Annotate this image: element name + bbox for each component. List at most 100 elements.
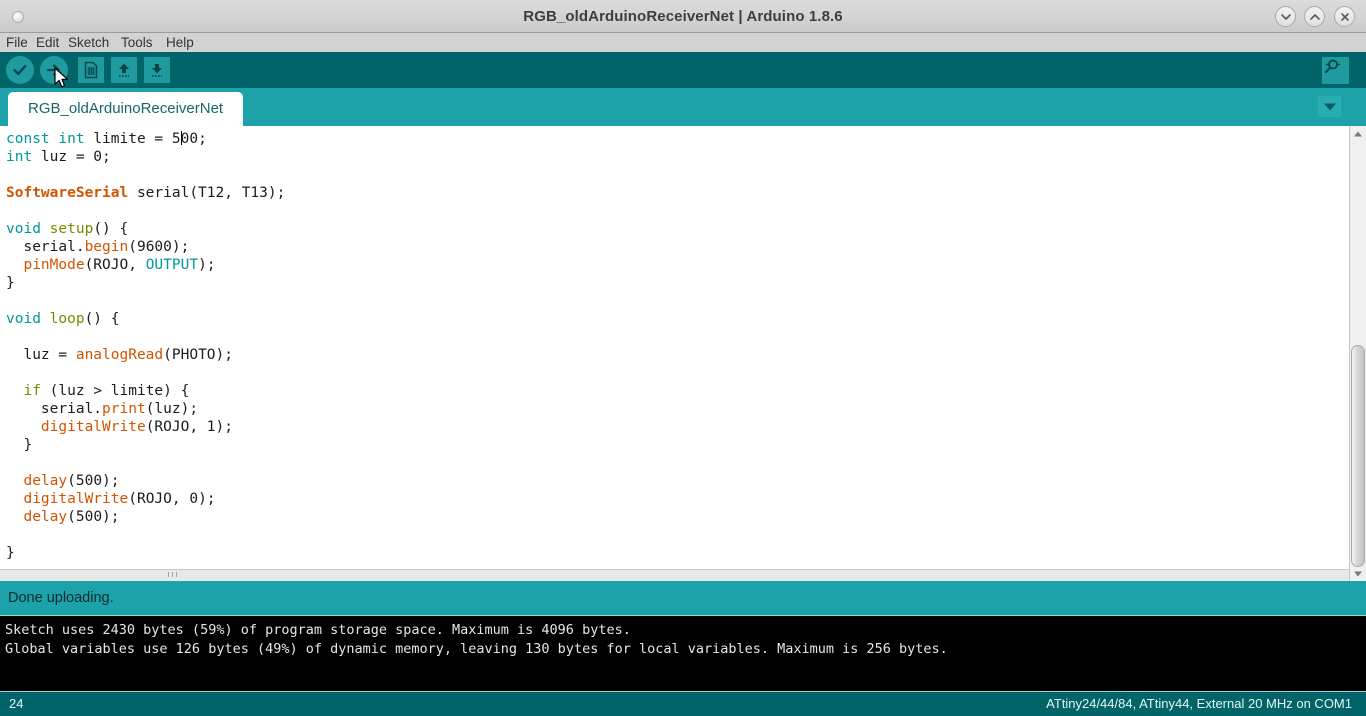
- code-line: digitalWrite(ROJO, 1);: [6, 418, 285, 436]
- code-token: analogRead: [75, 347, 164, 363]
- code-token: int: [58, 131, 85, 147]
- triangle-up-icon: [1354, 131, 1362, 136]
- code-token: (ROJO, 1);: [145, 419, 233, 435]
- serial-monitor-button[interactable]: [1322, 57, 1349, 84]
- code-token: digitalWrite: [23, 491, 129, 507]
- minimize-button[interactable]: [1275, 6, 1296, 27]
- code-token: }: [6, 545, 15, 561]
- code-token: (luz > limite) {: [40, 383, 190, 399]
- code-token: OUTPUT: [145, 257, 199, 273]
- board-info-label: ATtiny24/44/84, ATtiny44, External 20 MH…: [1046, 696, 1352, 711]
- menu-item-sketch[interactable]: Sketch: [68, 33, 109, 52]
- save-sketch-button[interactable]: [144, 57, 170, 83]
- code-line: void setup() {: [6, 220, 285, 238]
- tab-sketch-rgb-oldarduinoreceivernet[interactable]: RGB_oldArduinoReceiverNet: [8, 92, 244, 126]
- status-message-bar: Done uploading.: [0, 581, 1366, 615]
- maximize-button[interactable]: [1304, 6, 1325, 27]
- code-line: delay(500);: [6, 472, 285, 490]
- code-token: void: [6, 221, 41, 237]
- code-token: begin: [84, 239, 129, 255]
- menu-item-help[interactable]: Help: [166, 33, 194, 52]
- code-token: loop: [49, 311, 85, 327]
- code-line: SoftwareSerial serial(T12, T13);: [6, 184, 285, 202]
- code-token: delay: [23, 473, 68, 489]
- menu-item-tools[interactable]: Tools: [121, 33, 153, 52]
- code-token: (PHOTO);: [163, 347, 233, 363]
- status-message-text: Done uploading.: [8, 590, 114, 606]
- arduino-ide-window: RGB_oldArduinoReceiverNet | Arduino 1.8.…: [0, 0, 1366, 716]
- code-token: (luz);: [145, 401, 199, 417]
- code-token: (500);: [67, 473, 120, 489]
- new-sketch-button[interactable]: [78, 57, 104, 83]
- verify-button[interactable]: [6, 56, 34, 84]
- magnifier-icon: [1322, 59, 1342, 81]
- code-line: delay(500);: [6, 508, 285, 526]
- code-token: );: [198, 257, 216, 273]
- code-line: pinMode(ROJO, OUTPUT);: [6, 256, 285, 274]
- code-token: delay: [23, 509, 68, 525]
- code-token: (ROJO, 0);: [128, 491, 216, 507]
- code-token: const: [6, 131, 50, 147]
- code-token: void: [6, 311, 41, 327]
- console-line: Global variables use 126 bytes (49%) of …: [5, 641, 948, 657]
- window-title: RGB_oldArduinoReceiverNet | Arduino 1.8.…: [523, 8, 843, 25]
- bottom-status-bar: 24 ATtiny24/44/84, ATtiny44, External 20…: [0, 692, 1366, 716]
- code-content[interactable]: const int limite = 500; int luz = 0; Soft…: [6, 130, 285, 562]
- code-token: 00;: [180, 131, 207, 147]
- code-line: digitalWrite(ROJO, 0);: [6, 490, 285, 508]
- code-token: setup: [49, 221, 94, 237]
- close-button[interactable]: [1334, 6, 1355, 27]
- code-token: () {: [93, 221, 129, 237]
- code-token: limite = 5: [84, 131, 181, 147]
- code-editor[interactable]: const int limite = 500; int luz = 0; Soft…: [0, 126, 1366, 581]
- code-token: int: [6, 149, 33, 165]
- scrollbar-thumb[interactable]: [1351, 345, 1365, 567]
- code-token: luz =: [6, 347, 76, 363]
- editor-vertical-scrollbar[interactable]: [1349, 126, 1366, 581]
- divider-grip[interactable]: [168, 572, 182, 577]
- code-token: (ROJO,: [84, 257, 146, 273]
- code-token: if: [23, 383, 41, 399]
- tab-strip: RGB_oldArduinoReceiverNet: [0, 88, 1366, 126]
- menu-item-edit[interactable]: Edit: [36, 33, 59, 52]
- tab-menu-button[interactable]: [1318, 96, 1341, 117]
- code-token: serial.: [6, 239, 85, 255]
- code-line: void loop() {: [6, 310, 285, 328]
- chevron-down-icon: [1323, 103, 1336, 110]
- code-line: }: [6, 544, 285, 562]
- open-sketch-button[interactable]: [111, 57, 137, 83]
- title-bar: RGB_oldArduinoReceiverNet | Arduino 1.8.…: [0, 0, 1366, 33]
- code-line: }: [6, 436, 285, 454]
- code-line: serial.begin(9600);: [6, 238, 285, 256]
- scroll-up-button[interactable]: [1350, 126, 1366, 141]
- code-line: luz = analogRead(PHOTO);: [6, 346, 285, 364]
- line-number-indicator: 24: [9, 696, 24, 711]
- menu-bar: File Edit Sketch Tools Help: [0, 33, 1366, 52]
- menu-item-file[interactable]: File: [6, 33, 28, 52]
- code-token: () {: [84, 311, 120, 327]
- code-line: int luz = 0;: [6, 148, 285, 166]
- code-line: const int limite = 500;: [6, 130, 285, 148]
- console-line: Sketch uses 2430 bytes (59%) of program …: [5, 622, 631, 638]
- code-token: pinMode: [23, 257, 85, 273]
- scroll-down-button[interactable]: [1350, 566, 1366, 581]
- code-token: }: [6, 437, 33, 453]
- code-token: serial.: [6, 401, 103, 417]
- code-token: luz = 0;: [32, 149, 111, 165]
- code-token: print: [102, 401, 146, 417]
- upload-button[interactable]: [40, 56, 68, 84]
- console-output[interactable]: Sketch uses 2430 bytes (59%) of program …: [0, 615, 1366, 692]
- code-token: digitalWrite: [40, 419, 146, 435]
- code-token: serial(T12, T13);: [128, 185, 286, 201]
